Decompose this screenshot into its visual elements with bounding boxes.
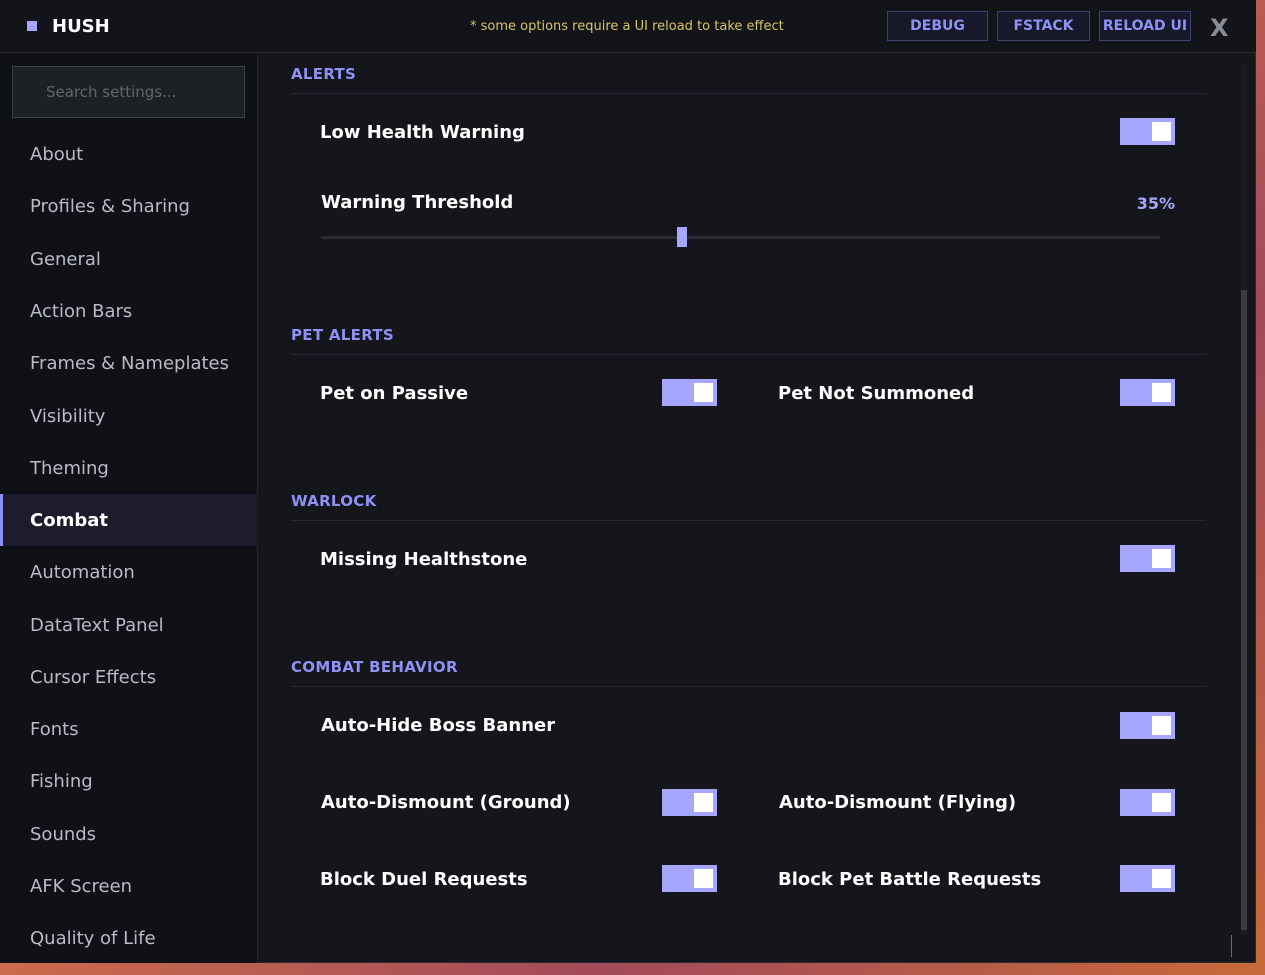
resize-grip-icon[interactable] <box>1231 935 1248 957</box>
reload-notice: * some options require a UI reload to ta… <box>470 19 784 34</box>
sidebar-item-fishing[interactable]: Fishing <box>0 755 258 807</box>
auto-hide-boss-banner-label: Auto-Hide Boss Banner <box>321 715 556 736</box>
section-title-pet-alerts: PET ALERTS <box>291 326 395 344</box>
sidebar-item-datatext-panel[interactable]: DataText Panel <box>0 599 258 651</box>
warning-threshold-value: 35% <box>1136 194 1175 213</box>
close-icon[interactable]: X <box>1210 14 1229 42</box>
fstack-button[interactable]: FSTACK <box>997 11 1090 41</box>
auto-dismount-flying-label: Auto-Dismount (Flying) <box>779 792 1017 813</box>
pet-not-summoned-label: Pet Not Summoned <box>778 383 975 404</box>
title-bar: HUSH * some options require a UI reload … <box>0 0 1256 53</box>
slider-handle[interactable] <box>676 227 687 247</box>
block-duel-requests-toggle[interactable] <box>662 865 717 892</box>
missing-healthstone-label: Missing Healthstone <box>320 549 528 570</box>
sidebar-item-visibility[interactable]: Visibility <box>0 390 258 442</box>
toggle-knob <box>1152 122 1171 141</box>
block-duel-requests-label: Block Duel Requests <box>320 869 528 890</box>
settings-window: HUSH * some options require a UI reload … <box>0 0 1256 963</box>
sidebar-item-about[interactable]: About <box>0 128 258 180</box>
sidebar-item-theming[interactable]: Theming <box>0 442 258 494</box>
toggle-knob <box>694 869 713 888</box>
section-title-warlock: WARLOCK <box>291 492 377 510</box>
section-divider <box>291 354 1206 355</box>
sidebar-item-quality-of-life[interactable]: Quality of Life <box>0 912 258 964</box>
app-logo-icon <box>27 21 37 31</box>
section-divider <box>291 520 1206 521</box>
debug-button[interactable]: DEBUG <box>887 11 988 41</box>
scrollbar-thumb[interactable] <box>1241 290 1247 930</box>
settings-content: ALERTS Low Health Warning Warning Thresh… <box>259 53 1245 963</box>
toggle-knob <box>1152 383 1171 402</box>
low-health-warning-label: Low Health Warning <box>320 122 525 143</box>
toggle-knob <box>694 383 713 402</box>
pet-on-passive-toggle[interactable] <box>662 379 717 406</box>
section-title-alerts: ALERTS <box>291 65 357 83</box>
toggle-knob <box>1152 793 1171 812</box>
toggle-knob <box>1152 869 1171 888</box>
sidebar: About Profiles & Sharing General Action … <box>0 53 258 963</box>
section-divider <box>291 686 1206 687</box>
sidebar-item-action-bars[interactable]: Action Bars <box>0 285 258 337</box>
auto-dismount-flying-toggle[interactable] <box>1120 789 1175 816</box>
sidebar-item-cursor-effects[interactable]: Cursor Effects <box>0 651 258 703</box>
search-input[interactable] <box>12 66 245 118</box>
section-divider <box>291 93 1206 94</box>
pet-on-passive-label: Pet on Passive <box>320 383 469 404</box>
block-pet-battle-requests-label: Block Pet Battle Requests <box>778 869 1042 890</box>
missing-healthstone-toggle[interactable] <box>1120 545 1175 572</box>
auto-hide-boss-banner-toggle[interactable] <box>1120 712 1175 739</box>
sidebar-item-automation[interactable]: Automation <box>0 546 258 598</box>
toggle-knob <box>1152 716 1171 735</box>
sidebar-item-fonts[interactable]: Fonts <box>0 703 258 755</box>
sidebar-item-afk-screen[interactable]: AFK Screen <box>0 860 258 912</box>
sidebar-item-frames-nameplates[interactable]: Frames & Nameplates <box>0 337 258 389</box>
block-pet-battle-requests-toggle[interactable] <box>1120 865 1175 892</box>
toggle-knob <box>1152 549 1171 568</box>
warning-threshold-label: Warning Threshold <box>321 192 514 213</box>
app-title: HUSH <box>52 16 110 37</box>
toggle-knob <box>694 793 713 812</box>
auto-dismount-ground-label: Auto-Dismount (Ground) <box>321 792 571 813</box>
sidebar-item-combat[interactable]: Combat <box>0 494 258 546</box>
auto-dismount-ground-toggle[interactable] <box>662 789 717 816</box>
content-scrollbar[interactable] <box>1241 65 1247 935</box>
reload-ui-button[interactable]: RELOAD UI <box>1099 11 1191 41</box>
sidebar-item-profiles-sharing[interactable]: Profiles & Sharing <box>0 180 258 232</box>
warning-threshold-slider[interactable] <box>321 227 1160 247</box>
sidebar-item-general[interactable]: General <box>0 233 258 285</box>
section-title-combat-behavior: COMBAT BEHAVIOR <box>291 658 458 676</box>
sidebar-item-sounds[interactable]: Sounds <box>0 808 258 860</box>
pet-not-summoned-toggle[interactable] <box>1120 379 1175 406</box>
low-health-warning-toggle[interactable] <box>1120 118 1175 145</box>
